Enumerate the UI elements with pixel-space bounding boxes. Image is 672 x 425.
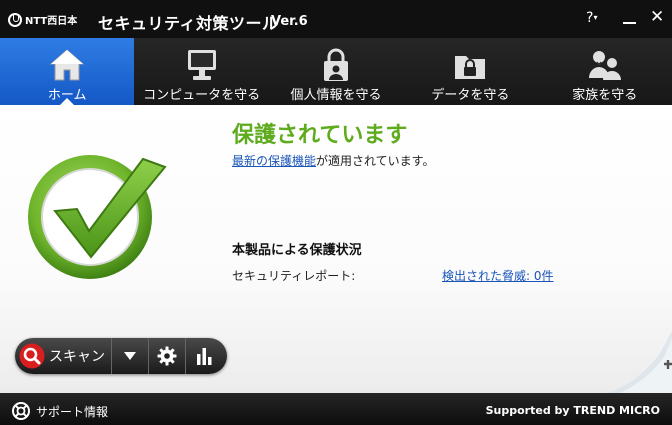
monitor-icon xyxy=(187,50,216,80)
folder-lock-icon xyxy=(455,56,486,79)
tab-data-label: データを守る xyxy=(431,88,510,103)
tab-computer-label: コンピュータを守る xyxy=(143,88,261,103)
expand-plus-button[interactable] xyxy=(608,331,672,393)
home-icon xyxy=(49,49,85,81)
help-dropdown-icon: ▾ xyxy=(593,13,598,22)
support-info-button[interactable]: サポート情報 xyxy=(12,402,108,420)
minimize-button[interactable] xyxy=(623,10,637,24)
report-button[interactable] xyxy=(186,338,222,374)
detected-threats-link[interactable]: 検出された脅威: 0件 xyxy=(442,267,554,284)
scan-label: スキャン xyxy=(49,349,105,365)
active-tab-pointer xyxy=(60,98,74,105)
tab-data[interactable]: データを守る xyxy=(403,38,537,105)
family-icon xyxy=(588,51,621,80)
support-info-label: サポート情報 xyxy=(36,404,109,419)
app-title: セキュリティ対策ツール xyxy=(98,14,279,33)
tab-family[interactable]: 家族を守る xyxy=(538,38,672,105)
help-button[interactable]: ?▾ xyxy=(586,10,597,26)
ntt-logo: NTT西日本 xyxy=(8,12,77,27)
status-title: 保護されています xyxy=(232,123,408,148)
footer-bar: サポート情報 Supported by TREND MICRO xyxy=(0,393,672,425)
ntt-logo-icon xyxy=(8,12,22,27)
protected-checkmark-icon xyxy=(28,155,167,279)
latest-protection-link[interactable]: 最新の保護機能 xyxy=(232,154,316,168)
gear-icon xyxy=(157,346,177,366)
scan-toolbar: スキャン xyxy=(15,338,227,374)
main-panel: 保護されています 最新の保護機能が適用されています。 本製品による保護状況 セキ… xyxy=(0,105,672,393)
close-button[interactable]: ✕ xyxy=(650,9,664,26)
lifebuoy-icon xyxy=(12,402,30,420)
app-version: Ver.6 xyxy=(271,14,308,29)
tab-home[interactable]: ホーム xyxy=(0,38,135,105)
trend-micro-credit: Supported by TREND MICRO xyxy=(485,404,660,417)
lock-person-icon xyxy=(323,48,348,81)
status-line: 最新の保護機能が適用されています。 xyxy=(232,152,434,169)
tab-computer[interactable]: コンピュータを守る xyxy=(134,38,268,105)
brand-text: NTT西日本 xyxy=(25,16,78,27)
security-report-label: セキュリティレポート: xyxy=(232,269,356,283)
dropdown-arrow-icon xyxy=(124,352,136,360)
title-bar: NTT西日本 セキュリティ対策ツール Ver.6 ?▾ ✕ xyxy=(0,0,672,38)
magnifier-icon xyxy=(19,343,45,369)
protection-status-title: 本製品による保護状況 xyxy=(232,243,362,258)
tab-personal-info[interactable]: 個人情報を守る xyxy=(269,38,403,105)
bar-chart-icon xyxy=(197,348,212,365)
scan-options-button[interactable] xyxy=(112,338,149,374)
status-line-suffix: が適用されています。 xyxy=(316,154,435,168)
settings-button[interactable] xyxy=(149,338,186,374)
tab-family-label: 家族を守る xyxy=(572,88,638,103)
main-nav: ホーム コンピュータを守る 個人情報を守る データを守る 家族を守る xyxy=(0,38,672,105)
scan-button[interactable]: スキャン xyxy=(15,338,112,374)
tab-personal-info-label: 個人情報を守る xyxy=(290,88,382,103)
